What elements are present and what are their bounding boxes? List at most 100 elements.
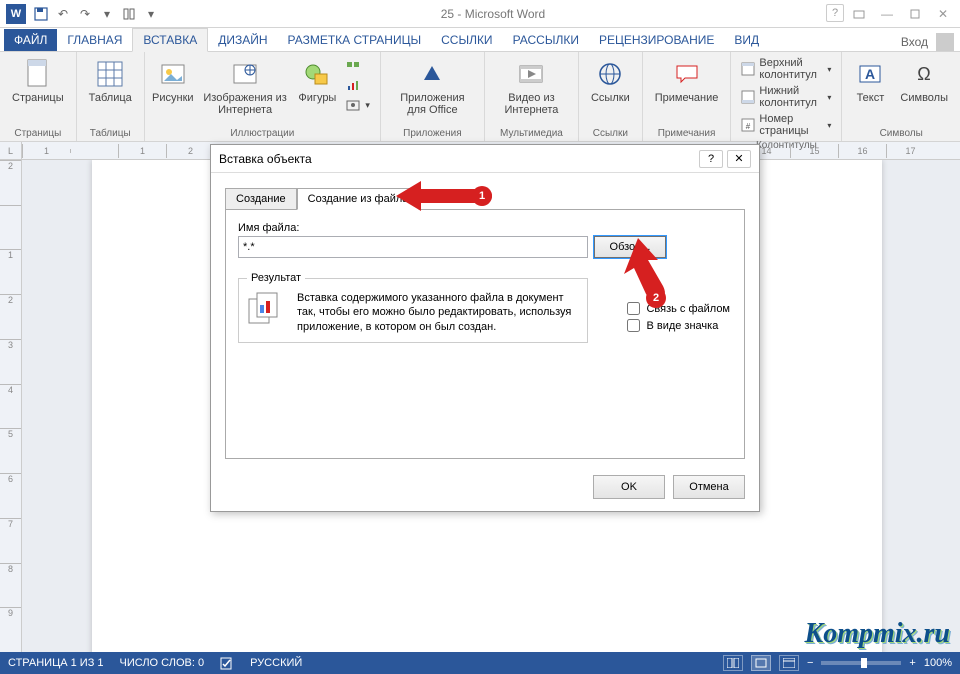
svg-text:Ω: Ω xyxy=(917,64,930,84)
result-icon xyxy=(247,291,287,327)
window-title: 25 - Microsoft Word xyxy=(160,7,826,21)
pictures-button[interactable]: Рисунки xyxy=(153,56,193,106)
vertical-ruler[interactable]: 2123456789 xyxy=(0,160,22,652)
zoom-in-icon[interactable]: + xyxy=(909,657,915,669)
zoom-level[interactable]: 100% xyxy=(924,657,952,669)
group-links: Ссылки Ссылки xyxy=(579,52,643,141)
undo-icon[interactable]: ↶ xyxy=(54,5,72,23)
zoom-out-icon[interactable]: − xyxy=(807,657,813,669)
shapes-button[interactable]: Фигуры xyxy=(297,56,337,106)
pages-button[interactable]: Страницы xyxy=(8,56,68,106)
tab-design[interactable]: ДИЗАЙН xyxy=(208,29,277,51)
group-illustrations: Рисунки Изображения из Интернета Фигуры … xyxy=(145,52,381,141)
touch-mode-icon[interactable] xyxy=(120,5,138,23)
text-button[interactable]: A Текст xyxy=(850,56,890,106)
apps-button[interactable]: Приложения для Office xyxy=(389,56,476,118)
qat-menu-icon[interactable]: ▾ xyxy=(98,5,116,23)
annotation-arrow-2: 2 xyxy=(618,238,688,308)
links-button[interactable]: Ссылки xyxy=(587,56,634,106)
display-as-icon-checkbox[interactable]: В виде значка xyxy=(627,319,730,332)
group-headerfooter: Верхний колонтитул▾ Нижний колонтитул▾ #… xyxy=(731,52,842,141)
page-number-button[interactable]: #Номер страницы▾ xyxy=(739,112,833,138)
qat-dropdown-icon[interactable]: ▾ xyxy=(142,5,160,23)
group-comments: Примечание Примечания xyxy=(643,52,732,141)
view-read-icon[interactable] xyxy=(723,655,743,671)
tab-view[interactable]: ВИД xyxy=(724,29,769,51)
links-icon xyxy=(594,58,626,90)
maximize-icon[interactable] xyxy=(902,4,928,24)
online-video-icon xyxy=(515,58,547,90)
window-controls: ? — ✕ xyxy=(826,4,956,24)
view-web-icon[interactable] xyxy=(779,655,799,671)
tab-references[interactable]: ССЫЛКИ xyxy=(431,29,502,51)
watermark: Kompmix.ru xyxy=(805,618,950,650)
tab-file[interactable]: ФАЙЛ xyxy=(4,29,57,51)
annotation-badge-1: 1 xyxy=(472,186,492,206)
table-button[interactable]: Таблица xyxy=(85,56,136,106)
comment-button[interactable]: Примечание xyxy=(651,56,723,106)
zoom-slider[interactable] xyxy=(821,661,901,665)
header-button[interactable]: Верхний колонтитул▾ xyxy=(739,56,833,82)
apps-icon xyxy=(416,58,448,90)
ribbon-display-icon[interactable] xyxy=(846,4,872,24)
dialog-tab-create[interactable]: Создание xyxy=(225,188,297,210)
tab-mailings[interactable]: РАССЫЛКИ xyxy=(503,29,589,51)
filename-label: Имя файла: xyxy=(238,222,732,234)
cancel-button[interactable]: Отмена xyxy=(673,475,745,499)
result-text: Вставка содержимого указанного файла в д… xyxy=(297,291,579,334)
dialog-title: Вставка объекта xyxy=(219,152,312,166)
online-pictures-icon xyxy=(229,58,261,90)
signin-label: Вход xyxy=(901,35,928,49)
ok-button[interactable]: OK xyxy=(593,475,665,499)
chart-button[interactable] xyxy=(343,76,372,94)
symbols-button[interactable]: Ω Символы xyxy=(896,56,952,106)
avatar-icon xyxy=(936,33,954,51)
online-pictures-button[interactable]: Изображения из Интернета xyxy=(199,56,292,118)
footer-button[interactable]: Нижний колонтитул▾ xyxy=(739,84,833,110)
status-bar: СТРАНИЦА 1 ИЗ 1 ЧИСЛО СЛОВ: 0 РУССКИЙ − … xyxy=(0,652,960,674)
screenshot-icon xyxy=(345,97,361,113)
status-proofing-icon[interactable] xyxy=(220,656,234,670)
dialog-help-icon[interactable]: ? xyxy=(699,150,723,168)
ribbon: Страницы Страницы Таблица Таблицы Рисунк… xyxy=(0,52,960,142)
footer-icon xyxy=(741,89,755,105)
tab-home[interactable]: ГЛАВНАЯ xyxy=(57,29,132,51)
dialog-close-icon[interactable]: ✕ xyxy=(727,150,751,168)
title-bar: W ↶ ↷ ▾ ▾ 25 - Microsoft Word ? — ✕ xyxy=(0,0,960,28)
group-pages: Страницы Страницы xyxy=(0,52,77,141)
help-icon[interactable]: ? xyxy=(826,4,844,22)
view-print-icon[interactable] xyxy=(751,655,771,671)
close-icon[interactable]: ✕ xyxy=(930,4,956,24)
annotation-arrow-1: 1 xyxy=(396,178,496,214)
tab-insert[interactable]: ВСТАВКА xyxy=(132,28,208,52)
smartart-button[interactable] xyxy=(343,56,372,74)
save-icon[interactable] xyxy=(32,5,50,23)
quick-access-toolbar: ↶ ↷ ▾ ▾ xyxy=(32,5,160,23)
online-video-button[interactable]: Видео из Интернета xyxy=(493,56,570,118)
group-media: Видео из Интернета Мультимедиа xyxy=(485,52,579,141)
shapes-icon xyxy=(301,58,333,90)
chart-icon xyxy=(345,77,361,93)
status-words[interactable]: ЧИСЛО СЛОВ: 0 xyxy=(120,657,205,669)
ribbon-tab-bar: ФАЙЛ ГЛАВНАЯ ВСТАВКА ДИЗАЙН РАЗМЕТКА СТР… xyxy=(0,28,960,52)
table-icon xyxy=(94,58,126,90)
tab-layout[interactable]: РАЗМЕТКА СТРАНИЦЫ xyxy=(278,29,432,51)
group-tables: Таблица Таблицы xyxy=(77,52,145,141)
tab-review[interactable]: РЕЦЕНЗИРОВАНИЕ xyxy=(589,29,724,51)
page-number-icon: # xyxy=(741,117,755,133)
pictures-icon xyxy=(157,58,189,90)
symbols-icon: Ω xyxy=(908,58,940,90)
pages-icon xyxy=(22,58,54,90)
word-app-icon: W xyxy=(6,4,26,24)
signin-area[interactable]: Вход xyxy=(901,33,954,51)
status-language[interactable]: РУССКИЙ xyxy=(250,657,302,669)
redo-icon[interactable]: ↷ xyxy=(76,5,94,23)
dialog-title-bar[interactable]: Вставка объекта ? ✕ xyxy=(211,145,759,173)
minimize-icon[interactable]: — xyxy=(874,4,900,24)
status-page[interactable]: СТРАНИЦА 1 ИЗ 1 xyxy=(8,657,104,669)
textbox-icon: A xyxy=(854,58,886,90)
filename-input[interactable] xyxy=(238,236,588,258)
screenshot-button[interactable]: ▾ xyxy=(343,96,372,114)
comment-icon xyxy=(671,58,703,90)
smartart-icon xyxy=(345,57,361,73)
